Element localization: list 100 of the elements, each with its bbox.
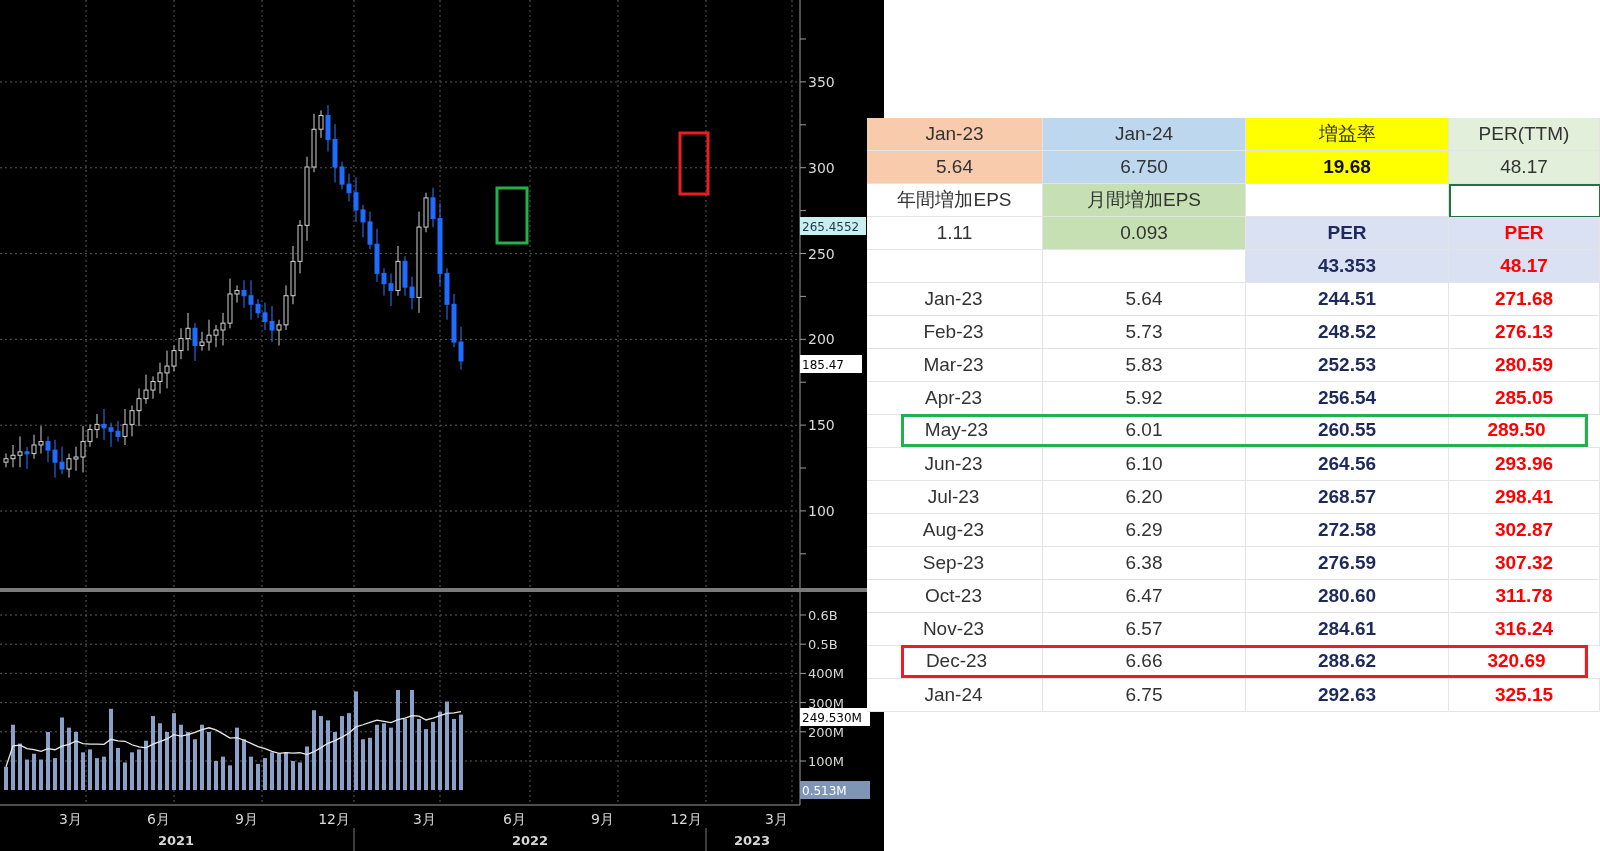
sheet-cell[interactable]: 月間増加EPS [1043,184,1246,217]
volume-bar [144,740,148,790]
sheet-cell[interactable]: 276.59 [1246,547,1449,579]
price-axis-label: 150 [808,417,835,434]
sheet-cell[interactable]: 256.54 [1246,382,1449,414]
price-tag: 185.47 [800,355,862,373]
sheet-cell[interactable]: 1.11 [867,217,1043,250]
sheet-cell[interactable]: Aug-23 [901,514,1043,546]
sheet-cell[interactable]: May-23 [904,417,1043,444]
sheet-cell[interactable]: Oct-23 [901,580,1043,612]
sheet-cell[interactable]: 6.10 [1043,448,1246,480]
sheet-cell[interactable]: 260.55 [1246,417,1449,444]
sheet-cell[interactable]: 5.83 [1043,349,1246,381]
sheet-cell[interactable]: 307.32 [1449,547,1600,579]
sheet-cell[interactable]: 271.68 [1449,283,1600,315]
sheet-cell[interactable]: 6.66 [1043,648,1246,675]
volume-bar [193,739,197,790]
sheet-cell[interactable]: Jul-23 [901,481,1043,513]
sheet-cell[interactable]: 6.29 [1043,514,1246,546]
sheet-cell[interactable]: 284.61 [1246,613,1449,645]
volume-axis-label: 0.6B [808,608,838,623]
sheet-cell[interactable]: 320.69 [1449,648,1585,675]
volume-bar [11,724,15,790]
sheet-cell[interactable]: 6.750 [1043,151,1246,184]
sheet-cell[interactable]: 272.58 [1246,514,1449,546]
sheet-cell[interactable]: 280.60 [1246,580,1449,612]
volume-bar [25,759,29,790]
sheet-cell[interactable]: 298.41 [1449,481,1600,513]
sheet-cell[interactable]: 6.20 [1043,481,1246,513]
sheet-cell[interactable]: PER(TTM) [1449,118,1600,151]
sheet-cell[interactable]: PER [1246,217,1449,250]
sheet-cell[interactable]: Nov-23 [901,613,1043,645]
sheet-cell[interactable]: Jan-24 [901,679,1043,711]
sheet-cell[interactable] [1449,184,1600,217]
volume-bar [361,739,365,790]
volume-bar [368,737,372,790]
sheet-cell[interactable]: 0.093 [1043,217,1246,250]
volume-bar [130,752,134,790]
year-label: 2022 [511,833,549,848]
sheet-cell[interactable]: 325.15 [1449,679,1600,711]
sheet-cell[interactable]: Dec-23 [904,648,1043,675]
volume-axis-label: 400M [808,666,845,682]
year-label: 2023 [733,833,771,848]
volume-bar [291,761,295,790]
sheet-cell[interactable]: 316.24 [1449,613,1600,645]
sheet-cell[interactable]: 280.59 [1449,349,1600,381]
volume-bar [382,723,386,790]
sheet-cell[interactable]: 43.353 [1246,250,1449,283]
sheet-cell[interactable]: Feb-23 [901,316,1043,348]
sheet-cell[interactable]: 6.47 [1043,580,1246,612]
sheet-cell[interactable]: 288.62 [1246,648,1449,675]
sheet-cell[interactable]: 268.57 [1246,481,1449,513]
sheet-cell[interactable]: Apr-23 [901,382,1043,414]
sheet-cell[interactable]: 293.96 [1449,448,1600,480]
volume-axis-label: 200M [808,724,845,740]
sheet-cell[interactable]: 276.13 [1449,316,1600,348]
sheet-cell[interactable]: 244.51 [1246,283,1449,315]
sheet-cell[interactable]: 264.56 [1246,448,1449,480]
sheet-cell[interactable]: 292.63 [1246,679,1449,711]
sheet-cell[interactable]: Jan-23 [901,283,1043,315]
sheet-cell[interactable]: 5.73 [1043,316,1246,348]
sheet-cell[interactable]: 252.53 [1246,349,1449,381]
sheet-cell[interactable]: 5.64 [1043,283,1246,315]
month-label: 3月 [413,811,436,827]
sheet-cell[interactable]: Sep-23 [901,547,1043,579]
volume-bar [53,758,57,790]
sheet-cell[interactable]: 年間増加EPS [867,184,1043,217]
price-axis-label: 250 [808,245,835,262]
volume-bar [284,752,288,790]
sheet-cell[interactable]: 302.87 [1449,514,1600,546]
volume-bar [403,718,407,790]
volume-axis-label: 0.5B [808,637,838,653]
sheet-cell[interactable]: 289.50 [1449,417,1585,444]
sheet-cell[interactable]: 増益率 [1246,118,1449,151]
volume-bar [431,721,435,790]
volume-bar [137,749,141,790]
volume-bar [235,727,239,790]
volume-bar [452,718,456,790]
sheet-cell[interactable]: 248.52 [1246,316,1449,348]
volume-bar [298,762,302,790]
volume-bar [4,766,8,790]
sheet-cell[interactable]: Mar-23 [901,349,1043,381]
month-label: 6月 [503,811,526,827]
sheet-cell[interactable]: 6.57 [1043,613,1246,645]
sheet-cell[interactable]: Jan-23 [867,118,1043,151]
volume-bar [249,756,253,790]
volume-bar [81,752,85,790]
volume-bar [417,718,421,790]
sheet-cell[interactable]: 311.78 [1449,580,1600,612]
sheet-cell[interactable]: Jun-23 [901,448,1043,480]
sheet-cell[interactable]: 6.01 [1043,417,1246,444]
sheet-cell[interactable]: Jan-24 [1043,118,1246,151]
sheet-cell[interactable]: 6.75 [1043,679,1246,711]
sheet-cell[interactable]: 5.64 [867,151,1043,184]
sheet-cell[interactable]: 6.38 [1043,547,1246,579]
sheet-cell[interactable]: 5.92 [1043,382,1246,414]
sheet-cell[interactable]: 285.05 [1449,382,1600,414]
sheet-cell[interactable]: 48.17 [1449,151,1600,184]
sheet-cell[interactable]: 19.68 [1246,151,1449,184]
volume-bar [228,765,232,790]
